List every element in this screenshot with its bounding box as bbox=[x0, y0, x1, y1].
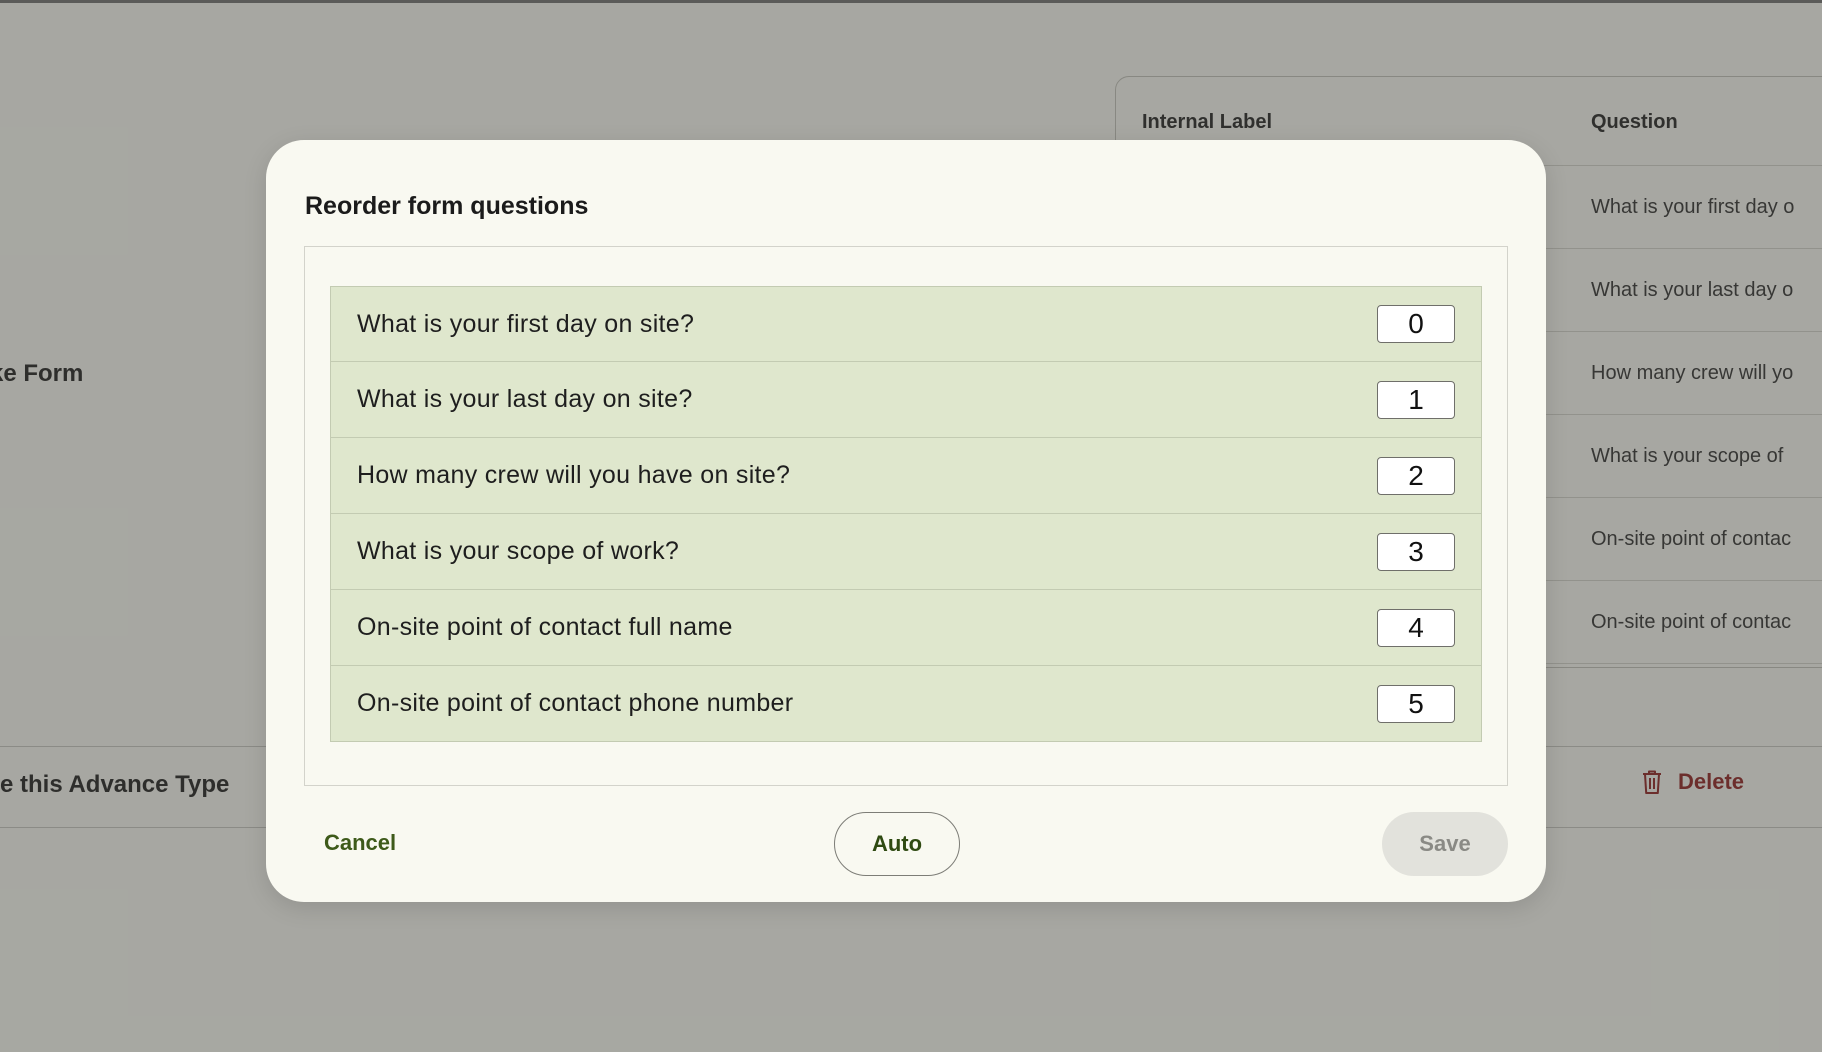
question-row[interactable]: What is your first day on site? bbox=[330, 286, 1482, 362]
question-text: What is your last day on site? bbox=[357, 385, 693, 413]
question-row[interactable]: What is your last day on site? bbox=[330, 362, 1482, 438]
question-order-input[interactable] bbox=[1377, 608, 1455, 647]
question-text: How many crew will you have on site? bbox=[357, 461, 791, 489]
question-row[interactable]: On-site point of contact full name bbox=[330, 590, 1482, 666]
reorder-questions-dialog: Reorder form questions What is your firs… bbox=[266, 140, 1546, 902]
question-row[interactable]: How many crew will you have on site? bbox=[330, 438, 1482, 514]
question-text: On-site point of contact full name bbox=[357, 613, 733, 641]
question-order-input[interactable] bbox=[1377, 456, 1455, 495]
question-text: What is your first day on site? bbox=[357, 309, 695, 338]
question-row[interactable]: On-site point of contact phone number bbox=[330, 666, 1482, 742]
question-order-input[interactable] bbox=[1377, 684, 1455, 723]
question-list-container: What is your first day on site? What is … bbox=[304, 246, 1508, 786]
auto-order-button[interactable]: Auto bbox=[834, 812, 960, 876]
question-order-input[interactable] bbox=[1377, 380, 1455, 419]
dialog-title: Reorder form questions bbox=[305, 192, 589, 220]
question-text: What is your scope of work? bbox=[357, 537, 680, 565]
question-list: What is your first day on site? What is … bbox=[330, 286, 1482, 742]
question-text: On-site point of contact phone number bbox=[357, 689, 794, 717]
question-order-input[interactable] bbox=[1377, 305, 1455, 343]
cancel-button[interactable]: Cancel bbox=[324, 830, 396, 856]
question-row[interactable]: What is your scope of work? bbox=[330, 514, 1482, 590]
question-order-input[interactable] bbox=[1377, 532, 1455, 571]
save-button[interactable]: Save bbox=[1382, 812, 1508, 876]
